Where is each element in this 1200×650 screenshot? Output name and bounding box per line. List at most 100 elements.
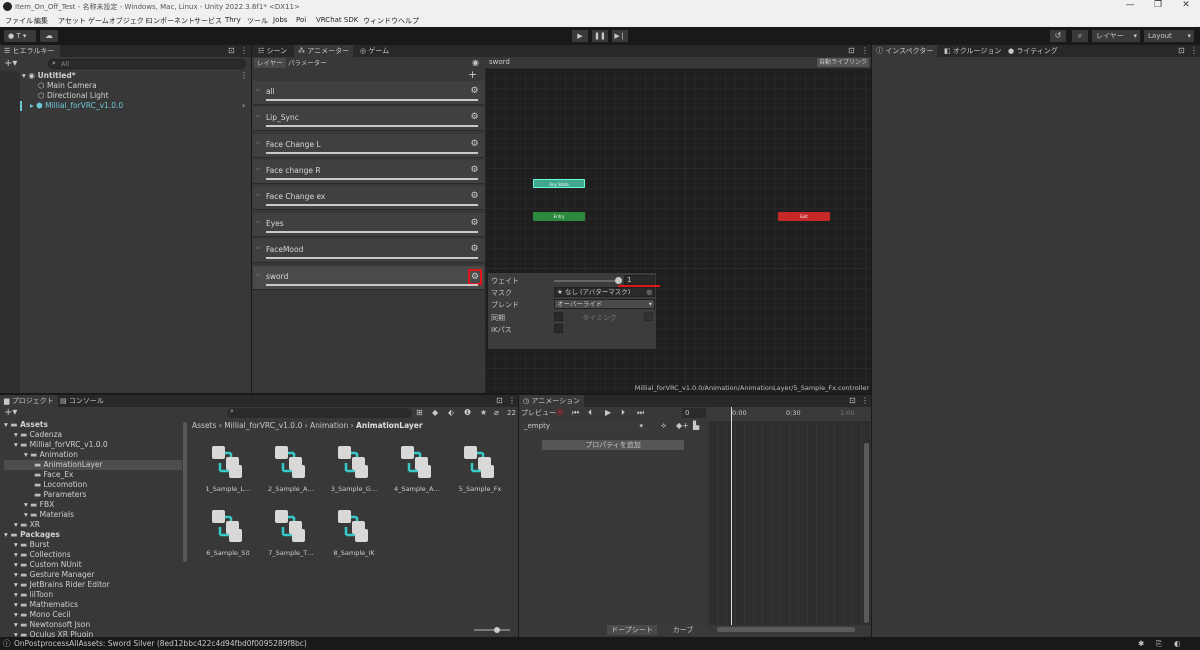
project-tree-item[interactable]: ▾ ▬ lilToon	[14, 590, 184, 600]
tab-lighting[interactable]: ● ライティング	[1004, 45, 1062, 57]
hierarchy-item-directional-light[interactable]: ⬡ Directional Light	[38, 91, 109, 101]
weight-slider-track[interactable]	[554, 280, 620, 282]
subtab-parameters[interactable]: パラメーター	[285, 58, 330, 68]
menu-tools[interactable]: ツール	[247, 16, 268, 26]
scene-more-icon[interactable]: ⋮	[240, 71, 248, 81]
search-icon[interactable]: ⌕	[1072, 30, 1088, 42]
drag-handle-icon[interactable]: ═	[256, 244, 260, 252]
menu-poi[interactable]: Poi	[296, 16, 306, 24]
gear-icon[interactable]: ⚙	[469, 191, 480, 202]
layer-row-facemood[interactable]: ═ FaceMood ⚙	[253, 239, 484, 263]
drag-handle-icon[interactable]: ═	[256, 271, 260, 279]
menu-component[interactable]: コンポーネント	[146, 16, 195, 26]
dopesheet-button[interactable]: ドープシート	[607, 625, 657, 635]
frame-field[interactable]: 0	[682, 408, 706, 418]
layer-row-sword[interactable]: ═ sword ⚙	[253, 266, 484, 290]
timing-checkbox[interactable]	[644, 312, 653, 321]
project-tree-item[interactable]: ▾ ▬ Burst	[14, 540, 184, 550]
lock-icon[interactable]: ⊡	[1178, 46, 1185, 56]
gear-icon[interactable]: ⚙	[469, 244, 480, 255]
subtab-layers[interactable]: レイヤー	[254, 58, 286, 68]
project-tree-item[interactable]: ▬ Face_Ex	[34, 470, 184, 480]
pause-button[interactable]: ❚❚	[592, 30, 608, 42]
menu-gameobject[interactable]: ゲームオブジェクト	[88, 16, 151, 26]
minimize-button[interactable]: —	[1120, 0, 1140, 14]
breadcrumb-sword[interactable]: sword	[489, 58, 510, 66]
more-menu-icon[interactable]: ⋮	[240, 46, 248, 56]
favorite-icon[interactable]: ★	[480, 408, 487, 418]
hidden-count-icon[interactable]: ⌀	[494, 408, 499, 418]
tab-occlusion[interactable]: ◧ オクルージョン	[940, 45, 1005, 57]
play-button[interactable]: ▶	[572, 30, 588, 42]
slider-thumb[interactable]	[494, 627, 500, 633]
icon-size-slider[interactable]	[474, 627, 510, 633]
drag-handle-icon[interactable]: ═	[256, 218, 260, 226]
object-picker-icon[interactable]: ◎	[646, 288, 652, 297]
menu-edit[interactable]: 編集	[34, 16, 48, 26]
gear-icon[interactable]: ⚙	[469, 165, 480, 176]
create-asset-button[interactable]: +▾	[4, 408, 17, 418]
breadcrumb-assets[interactable]: Assets	[192, 421, 216, 430]
gear-icon[interactable]: ⚙	[469, 218, 480, 229]
project-tree-item[interactable]: ▾ ▬ Gesture Manager	[14, 570, 184, 580]
more-menu-icon[interactable]: ⋮	[1190, 46, 1198, 56]
layers-dropdown[interactable]: レイヤー ▾	[1092, 30, 1140, 42]
layer-row-eyes[interactable]: ═ Eyes ⚙	[253, 213, 484, 237]
search-by-type-icon[interactable]: ⊞	[416, 408, 423, 418]
menu-file[interactable]: ファイル	[5, 16, 33, 26]
project-tree-item[interactable]: ▾ ▬ Packages	[4, 530, 184, 540]
project-tree-item[interactable]: ▬ AnimationLayer	[4, 460, 182, 470]
eye-icon[interactable]: ◉	[472, 58, 479, 68]
state-exit[interactable]: Exit	[778, 212, 830, 221]
more-menu-icon[interactable]: ⋮	[508, 396, 516, 406]
add-layer-button[interactable]: +	[468, 69, 477, 80]
clip-dropdown[interactable]: _empty ▾	[521, 421, 645, 431]
tag-icon[interactable]: ⬖	[448, 408, 454, 418]
breadcrumb-millial[interactable]: Millial_forVRC_v1.0.0	[224, 421, 302, 430]
lock-icon[interactable]: ⊡	[496, 396, 503, 406]
timeline-ruler[interactable]: 0:00 0:30 1:00	[708, 407, 871, 421]
tree-scrollbar[interactable]	[183, 422, 187, 562]
gear-icon[interactable]: ⚙	[469, 86, 480, 97]
project-tree-item[interactable]: ▾ ▬ XR	[14, 520, 184, 530]
hierarchy-search-input[interactable]: ⌕ All	[48, 59, 246, 69]
project-tree-item[interactable]: ▾ ▬ Materials	[24, 510, 184, 520]
project-tree-item[interactable]: ▾ ▬ Millial_forVRC_v1.0.0	[14, 440, 184, 450]
drag-handle-icon[interactable]: ═	[256, 191, 260, 199]
gear-icon[interactable]: ⚙	[469, 139, 480, 150]
layout-dropdown[interactable]: Layout ▾	[1144, 30, 1194, 42]
menu-vrchat-sdk[interactable]: VRChat SDK	[316, 16, 358, 24]
drag-handle-icon[interactable]: ═	[256, 139, 260, 147]
sync-checkbox[interactable]	[554, 312, 563, 321]
breadcrumb-animation[interactable]: Animation	[310, 421, 348, 430]
tab-game[interactable]: ◎ ゲーム	[356, 45, 393, 57]
layer-row-face-change-r[interactable]: ═ Face change R ⚙	[253, 160, 484, 184]
project-tree-item[interactable]: ▬ Parameters	[34, 490, 184, 500]
layer-row-lip-sync[interactable]: ═ Lip_Sync ⚙	[253, 107, 484, 131]
menu-assets[interactable]: アセット	[58, 16, 86, 26]
gear-icon[interactable]: ⚙	[468, 269, 482, 285]
play-icon[interactable]: ▶	[605, 408, 611, 418]
tab-scene[interactable]: ☷ シーン	[254, 45, 291, 57]
asset-tile[interactable]: 3_Sample_G…	[324, 441, 384, 501]
account-dropdown[interactable]: ● T ▾	[4, 30, 36, 42]
state-any-state[interactable]: Any State	[533, 179, 585, 188]
tab-animation[interactable]: ◷ アニメーション	[519, 395, 585, 407]
tab-animator[interactable]: ⁂ アニメーター	[294, 45, 354, 57]
mask-field[interactable]: ★ なし (アバターマスク) ◎	[554, 287, 655, 297]
breadcrumb-animationlayer[interactable]: AnimationLayer	[356, 421, 423, 430]
add-property-button[interactable]: プロパティを追加	[542, 440, 684, 450]
tab-project[interactable]: ▆ プロジェクト	[0, 395, 58, 407]
project-tree-item[interactable]: ▾ ▬ Assets	[4, 420, 184, 430]
add-keyframe-icon[interactable]: ⟡	[661, 421, 666, 431]
drag-handle-icon[interactable]: ═	[256, 86, 260, 94]
blend-dropdown[interactable]: オーバーライド ▾	[554, 299, 655, 309]
lock-icon[interactable]: ⊡	[849, 396, 856, 406]
asset-tile[interactable]: 6_Sample_Sit	[198, 505, 258, 565]
menu-thry[interactable]: Thry	[225, 16, 241, 24]
menu-services[interactable]: サービス	[194, 16, 222, 26]
project-search-input[interactable]: ⌕	[227, 407, 412, 418]
asset-tile[interactable]: 4_Sample_A…	[387, 441, 447, 501]
drag-handle-icon[interactable]: ═	[256, 112, 260, 120]
project-tree-item[interactable]: ▾ ▬ Newtonsoft Json	[14, 620, 184, 630]
